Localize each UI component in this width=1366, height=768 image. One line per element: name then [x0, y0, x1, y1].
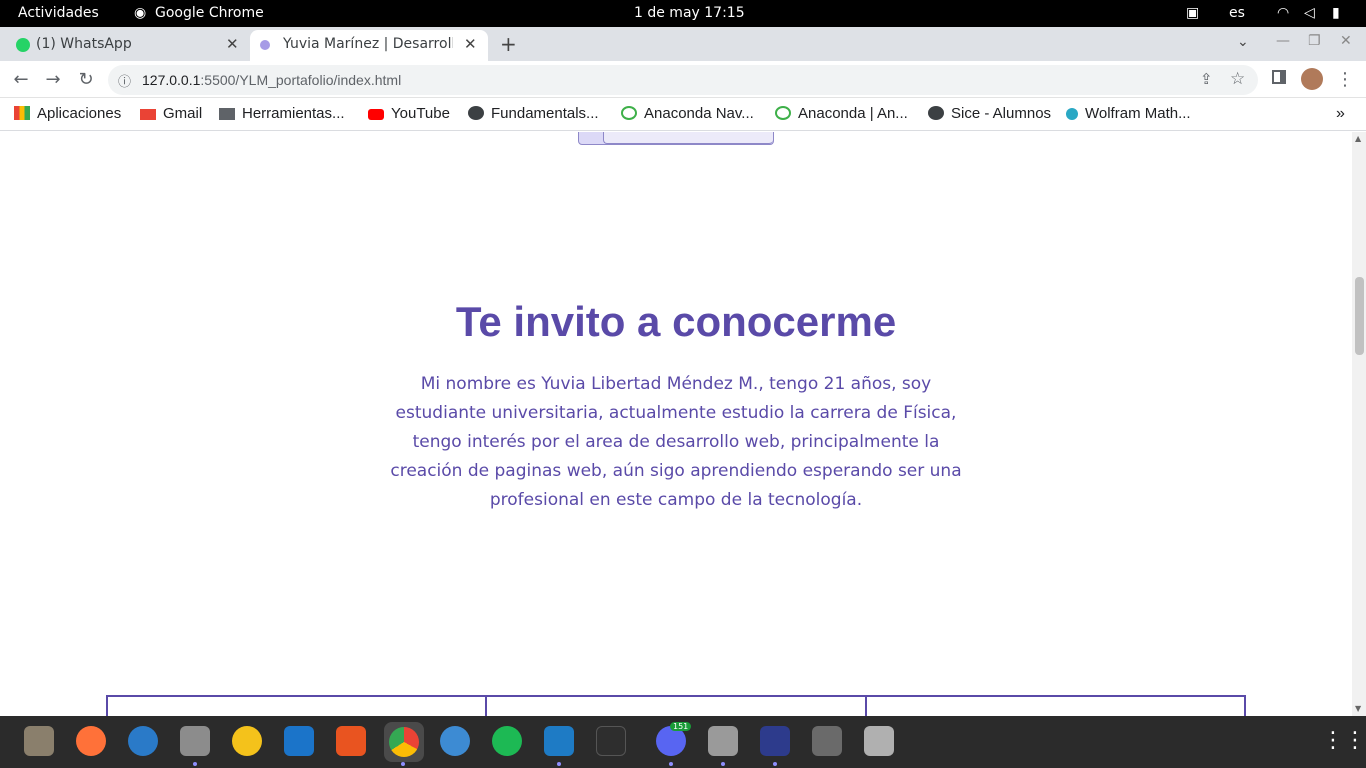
ssd-drive-icon[interactable] — [812, 726, 842, 756]
image-viewer-icon[interactable] — [708, 726, 738, 756]
bookmark-apps[interactable]: Aplicaciones — [14, 105, 121, 122]
bookmark-star-icon[interactable]: ☆ — [1230, 69, 1245, 89]
globe-icon — [468, 106, 484, 120]
about-line: estudiante universitaria, actualmente es… — [395, 403, 957, 423]
files-icon[interactable] — [180, 726, 210, 756]
chrome-icon: ◉ — [134, 5, 147, 21]
share-icon[interactable]: ⇪ — [1200, 70, 1213, 88]
apps-grid-icon — [14, 106, 30, 120]
minimize-button[interactable]: — — [1276, 33, 1290, 49]
vscode-icon[interactable] — [544, 726, 574, 756]
menu-button[interactable]: ⋮ — [1334, 69, 1356, 90]
about-line: profesional en este campo de la tecnolog… — [489, 490, 863, 510]
bookmark-anaconda[interactable]: Anaconda | An... — [775, 105, 908, 122]
image-frame-edge — [578, 132, 774, 145]
tab-whatsapp[interactable]: (1) WhatsApp ✕ — [10, 30, 246, 61]
site-favicon-icon — [260, 40, 270, 50]
bookmark-fundamentals[interactable]: Fundamentals... — [468, 105, 599, 122]
globe-icon — [928, 106, 944, 120]
help-icon[interactable] — [440, 726, 470, 756]
software-icon[interactable] — [336, 726, 366, 756]
gimp-icon[interactable] — [24, 726, 54, 756]
url-text: 127.0.0.1:5500/YLM_portafolio/index.html — [142, 72, 402, 88]
youtube-icon — [368, 109, 384, 120]
anaconda-ring-icon — [775, 106, 791, 120]
project-card[interactable] — [865, 695, 1246, 716]
new-tab-button[interactable]: + — [500, 32, 517, 56]
close-tab-icon[interactable]: ✕ — [464, 35, 477, 53]
scroll-down-arrow-icon[interactable]: ▼ — [1355, 704, 1361, 713]
maximize-button[interactable]: ❐ — [1308, 33, 1321, 49]
bookmark-sice[interactable]: Sice - Alumnos — [928, 105, 1051, 122]
bookmarks-overflow-button[interactable]: » — [1336, 105, 1345, 123]
browser-toolbar: ← → ↻ ⓘ 127.0.0.1:5500/YLM_portafolio/in… — [0, 61, 1366, 98]
chrome-icon — [389, 727, 419, 757]
rhythmbox-icon[interactable] — [232, 726, 262, 756]
firefox-icon[interactable] — [76, 726, 106, 756]
section-heading: Te invito a conocerme — [455, 298, 897, 345]
forward-button[interactable]: → — [42, 69, 64, 90]
about-line: tengo interés por el area de desarrollo … — [412, 432, 940, 452]
bookmarks-bar: Aplicaciones Gmail Herramientas... YouTu… — [0, 98, 1366, 131]
project-card[interactable] — [485, 695, 867, 716]
side-panel-icon[interactable] — [1272, 70, 1286, 84]
wifi-icon[interactable]: ◠ — [1277, 5, 1289, 21]
tab-search-button[interactable]: ⌄ — [1237, 34, 1249, 50]
address-bar[interactable]: ⓘ 127.0.0.1:5500/YLM_portafolio/index.ht… — [108, 65, 1258, 95]
folder-icon — [219, 108, 235, 120]
bookmark-gmail[interactable]: Gmail — [140, 105, 202, 122]
battery-icon[interactable]: ▮ — [1332, 5, 1340, 21]
close-window-button[interactable]: ✕ — [1340, 33, 1352, 49]
whatsapp-icon — [16, 38, 30, 52]
language-indicator[interactable]: es — [1229, 5, 1245, 21]
tab-strip: (1) WhatsApp ✕ Yuvia Marínez | Desarroll… — [0, 27, 1366, 61]
scroll-up-arrow-icon[interactable]: ▲ — [1355, 134, 1361, 143]
system-top-bar: Actividades ◉ Google Chrome 1 de may 17:… — [0, 0, 1366, 27]
tab-portfolio[interactable]: Yuvia Marínez | Desarrollo ✕ — [250, 30, 488, 61]
page-scrollbar[interactable]: ▲ ▼ — [1352, 132, 1366, 716]
about-line: Mi nombre es Yuvia Libertad Méndez M., t… — [420, 374, 932, 394]
anaconda-icon — [621, 106, 637, 120]
spotify-icon[interactable] — [492, 726, 522, 756]
bookmark-youtube[interactable]: YouTube — [368, 105, 450, 122]
about-line: creación de paginas web, aún sigo aprend… — [390, 461, 962, 481]
trash-icon[interactable] — [864, 726, 894, 756]
bookmark-folder-tools[interactable]: Herramientas... — [219, 105, 345, 122]
tab-label: (1) WhatsApp — [36, 36, 132, 52]
clock[interactable]: 1 de may 17:15 — [634, 5, 745, 21]
chrome-dock-highlight[interactable] — [384, 722, 424, 762]
back-button[interactable]: ← — [10, 69, 32, 90]
app-menu[interactable]: Google Chrome — [155, 5, 264, 21]
close-tab-icon[interactable]: ✕ — [226, 35, 239, 53]
volume-icon[interactable]: ◁ — [1304, 5, 1315, 21]
discord-badge: 151 — [670, 722, 692, 731]
tab-label: Yuvia Marínez | Desarrollo — [283, 36, 453, 52]
reload-button[interactable]: ↻ — [75, 69, 97, 90]
ubuntu-dock: 151 ⋮⋮ — [0, 716, 1366, 768]
page-viewport: Te invito a conocerme Mi nombre es Yuvia… — [0, 132, 1352, 716]
kicad-icon[interactable] — [760, 726, 790, 756]
about-paragraph: Mi nombre es Yuvia Libertad Méndez M., t… — [384, 370, 968, 515]
bookmark-anaconda-nav[interactable]: Anaconda Nav... — [621, 105, 754, 122]
writer-icon[interactable] — [284, 726, 314, 756]
terminal-icon[interactable] — [596, 726, 626, 756]
wolfram-icon — [1066, 108, 1078, 120]
thunderbird-icon[interactable] — [128, 726, 158, 756]
info-icon[interactable]: ⓘ — [118, 71, 131, 90]
show-apps-grid-icon[interactable]: ⋮⋮ — [1322, 728, 1366, 753]
project-card[interactable] — [106, 695, 487, 716]
profile-avatar[interactable] — [1301, 68, 1323, 90]
bookmark-wolfram[interactable]: Wolfram Math... — [1066, 105, 1191, 122]
discord-tray-icon[interactable]: ▣ — [1186, 5, 1199, 21]
gmail-icon — [140, 109, 156, 120]
scrollbar-thumb[interactable] — [1355, 277, 1364, 355]
activities-button[interactable]: Actividades — [18, 5, 99, 21]
